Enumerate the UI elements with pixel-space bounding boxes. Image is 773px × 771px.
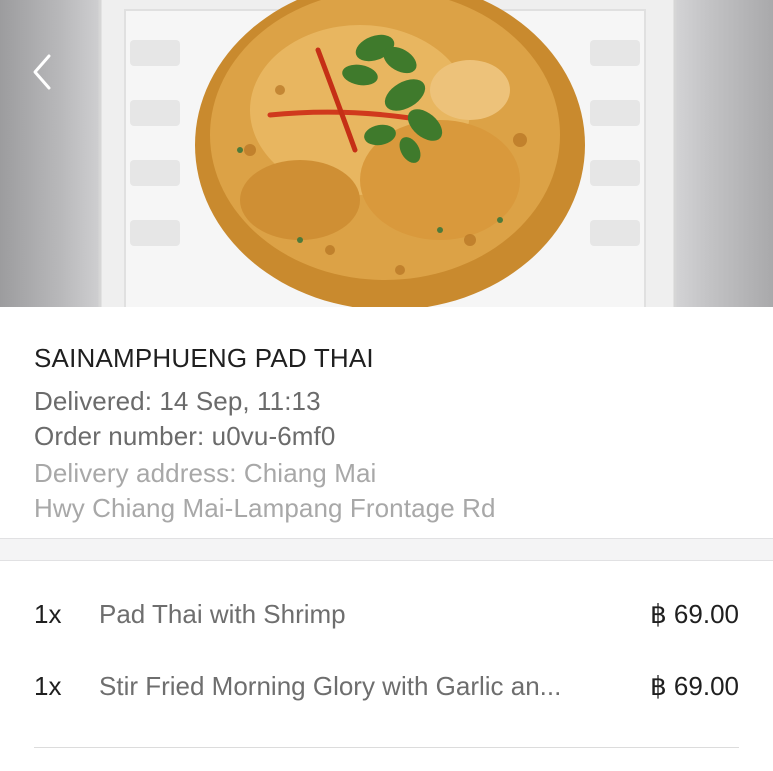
item-price: ฿ 69.00 — [650, 599, 739, 629]
address-line-1: Delivery address: Chiang Mai — [34, 458, 377, 488]
item-quantity: 1x — [34, 671, 62, 701]
hero-photo — [0, 0, 773, 307]
restaurant-name: SAINAMPHUENG PAD THAI — [34, 343, 374, 373]
address-line-2: Hwy Chiang Mai-Lampang Frontage Rd — [34, 493, 496, 523]
item-name: Pad Thai with Shrimp — [99, 599, 346, 629]
section-divider — [0, 538, 773, 561]
order-items-list: 1x Pad Thai with Shrimp ฿ 69.00 1x Stir … — [0, 561, 773, 771]
chevron-left-icon — [33, 54, 51, 90]
item-quantity: 1x — [34, 599, 62, 629]
order-number: Order number: u0vu-6mf0 — [34, 421, 336, 451]
item-price: ฿ 69.00 — [650, 671, 739, 701]
food-photo-illustration — [98, 0, 677, 307]
items-bottom-divider — [34, 747, 739, 748]
back-button[interactable] — [22, 50, 62, 94]
order-info: SAINAMPHUENG PAD THAI Delivered: 14 Sep,… — [0, 307, 773, 538]
delivery-address: Delivery address: Chiang Mai Hwy Chiang … — [34, 456, 654, 526]
delivered-time: Delivered: 14 Sep, 11:13 — [34, 386, 321, 416]
list-item: 1x Stir Fried Morning Glory with Garlic … — [0, 671, 773, 711]
list-item: 1x Pad Thai with Shrimp ฿ 69.00 — [0, 599, 773, 639]
item-name: Stir Fried Morning Glory with Garlic an.… — [99, 671, 562, 701]
